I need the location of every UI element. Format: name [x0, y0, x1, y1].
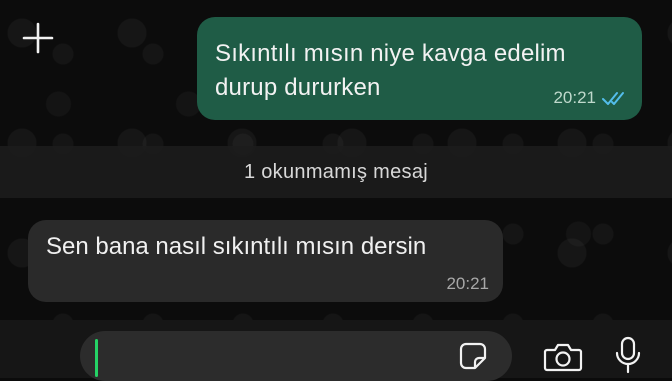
unread-messages-label: 1 okunmamış mesaj	[243, 160, 429, 183]
outgoing-message-time: 20:21	[553, 88, 596, 107]
incoming-message-text: Sen bana nasıl sıkıntılı mısın dersin	[46, 233, 427, 260]
mic-icon[interactable]	[614, 336, 642, 374]
sticker-icon[interactable]	[458, 341, 488, 371]
plus-icon[interactable]	[20, 20, 56, 56]
incoming-message-time: 20:21	[446, 274, 489, 293]
outgoing-message-meta: 20:21	[553, 88, 628, 108]
double-check-read-icon	[602, 90, 628, 106]
outgoing-message-bubble[interactable]: Sıkıntılı mısın niye kavga edelim durup …	[197, 17, 642, 120]
message-text-field[interactable]	[80, 331, 512, 381]
incoming-message-bubble[interactable]: Sen bana nasıl sıkıntılı mısın dersin 20…	[28, 220, 503, 302]
unread-messages-divider: 1 okunmamış mesaj	[0, 146, 672, 198]
camera-icon[interactable]	[543, 342, 583, 372]
text-cursor	[95, 339, 98, 377]
